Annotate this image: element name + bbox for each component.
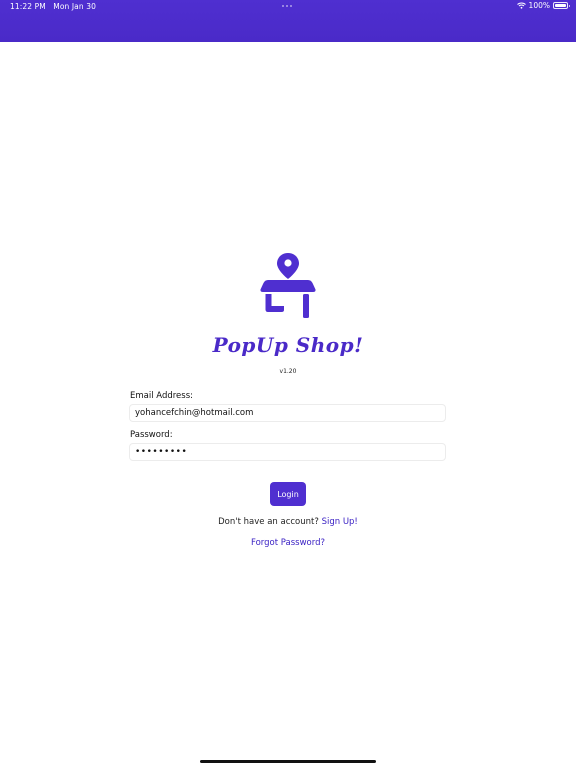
top-bar: 11:22 PM Mon Jan 30 100% (0, 0, 576, 42)
app-version: v1.20 (279, 368, 297, 375)
signup-row: Don't have an account? Sign Up! (0, 517, 576, 527)
status-bar-right: 100% (516, 1, 570, 10)
app-title: PopUp Shop! (212, 333, 364, 357)
password-field[interactable] (129, 443, 446, 461)
status-date: Mon Jan 30 (53, 2, 96, 11)
signup-prompt: Don't have an account? (218, 517, 319, 527)
battery-icon (553, 2, 570, 9)
email-field[interactable] (129, 404, 446, 422)
status-time: 11:22 PM (10, 2, 46, 11)
shop-location-icon (260, 253, 316, 318)
forgot-password-link[interactable]: Forgot Password? (0, 538, 576, 548)
password-label: Password: (130, 430, 173, 440)
battery-percent: 100% (528, 1, 550, 10)
wifi-icon (516, 2, 526, 9)
multitasking-dots-icon[interactable] (282, 5, 292, 7)
signup-link[interactable]: Sign Up! (322, 517, 358, 527)
email-label: Email Address: (130, 391, 193, 401)
login-button[interactable]: Login (270, 482, 306, 506)
status-bar-clock: 11:22 PM Mon Jan 30 (10, 2, 96, 11)
home-indicator[interactable] (200, 760, 376, 763)
